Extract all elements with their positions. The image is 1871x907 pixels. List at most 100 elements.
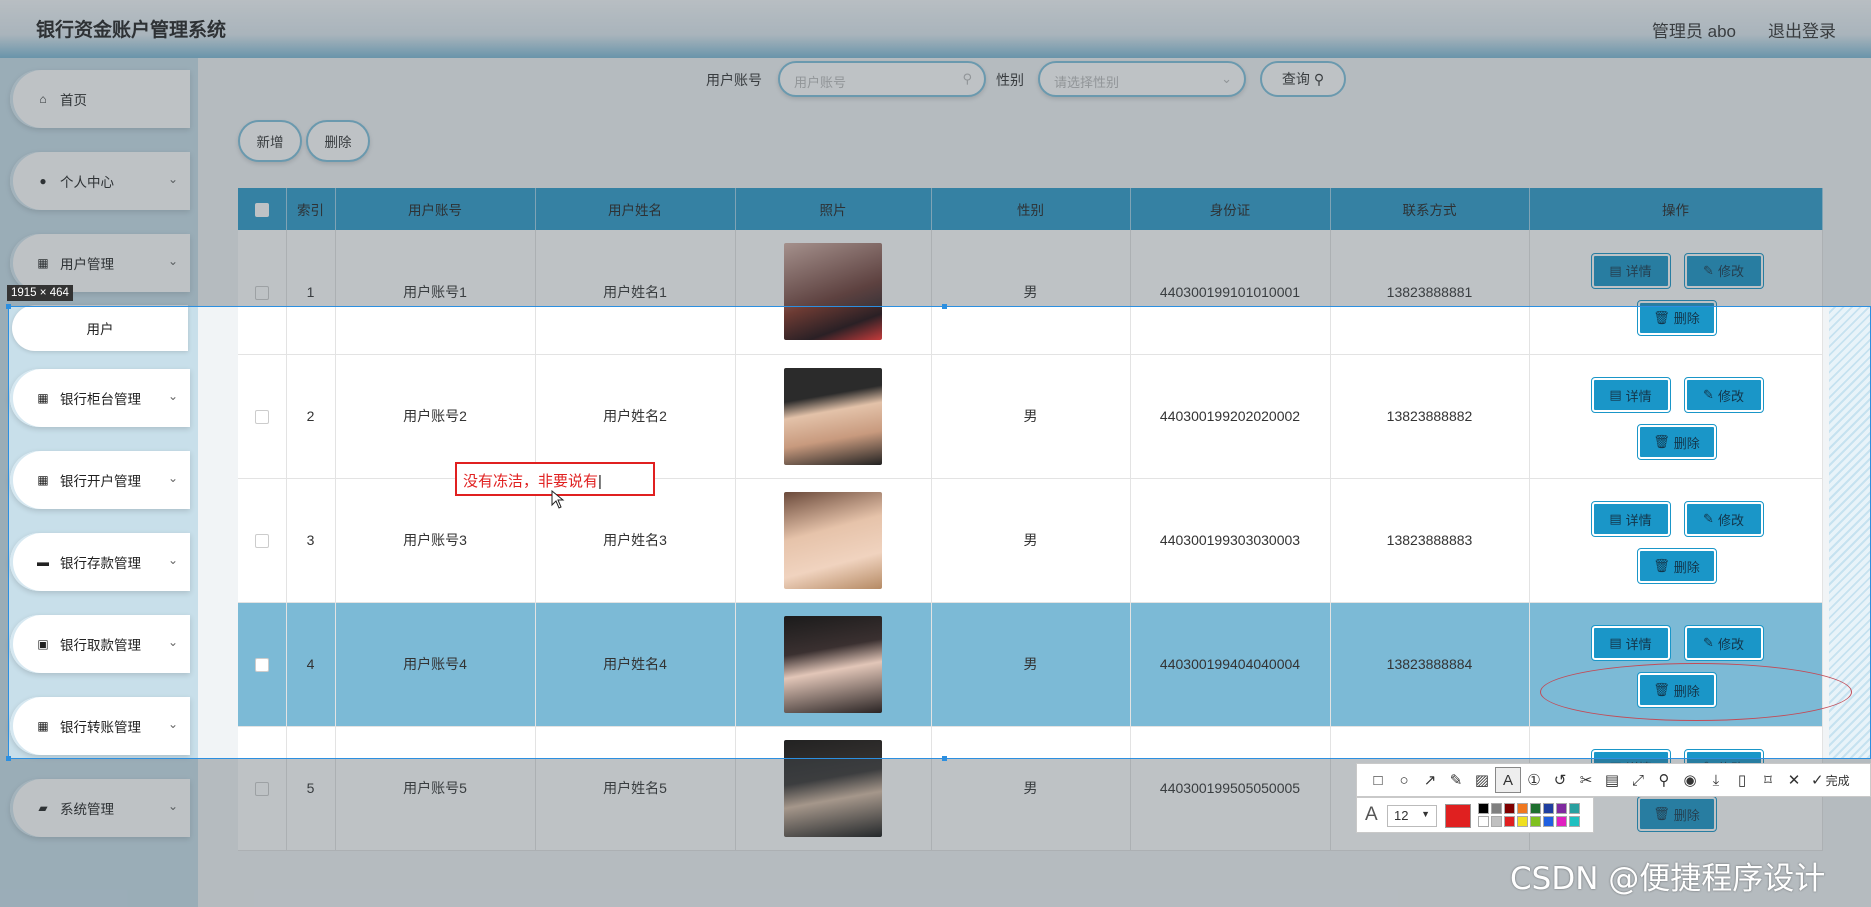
color-swatch[interactable] [1504,803,1515,814]
detail-button[interactable]: ▤ 详情 [1590,625,1671,661]
detail-button[interactable]: ▤ 详情 [1590,501,1671,537]
select-all-checkbox[interactable] [254,202,269,217]
color-swatch[interactable] [1569,816,1580,827]
sidebar-item-home[interactable]: ⌂ 首页 [10,70,190,128]
close-icon[interactable]: ✕ [1781,767,1807,793]
chevron-down-icon: ⌄ [167,254,178,268]
chevron-down-icon: ⌄ [167,717,178,731]
resize-handle[interactable] [942,304,947,309]
cell-photo [735,478,932,603]
cell-id-card: 440300199404040004 [1130,602,1331,727]
cell-gender: 男 [931,602,1131,727]
color-swatch[interactable] [1530,816,1541,827]
ocr-icon[interactable]: ▤ [1599,767,1625,793]
edit-button[interactable]: ✎ 修改 [1683,625,1764,661]
download-icon[interactable]: ⤓ [1703,767,1729,793]
color-swatch[interactable] [1543,803,1554,814]
undo-icon[interactable]: ↺ [1547,767,1573,793]
delete-button[interactable]: 🗑 删除 [1636,299,1717,336]
phone-icon[interactable]: ▯ [1729,767,1755,793]
delete-button[interactable]: 🗑 删除 [1636,424,1717,460]
text-style-toolbar: A 12 ▼ [1356,797,1594,833]
row-checkbox[interactable] [254,782,269,797]
bookmark-icon[interactable]: ⌑ [1755,767,1781,793]
edit-button[interactable]: ✎ 修改 [1683,377,1764,413]
table-row[interactable]: 3 用户账号3 用户姓名3 男 440300199303030003 1382388888… [238,478,1823,603]
cell-photo [735,602,932,727]
row-select-cell[interactable] [238,602,287,727]
pin-icon[interactable]: ⚲ [1651,767,1677,793]
row-checkbox[interactable] [254,658,269,673]
rectangle-tool-icon[interactable]: □ [1365,767,1391,793]
sidebar-item-counter-management[interactable]: ▦ 银行柜台管理 ⌄ [10,369,190,427]
current-color-swatch[interactable] [1445,804,1471,828]
sidebar-item-withdrawal[interactable]: ▣ 银行取款管理 ⌄ [10,615,190,673]
mosaic-tool-icon[interactable]: ▨ [1469,767,1495,793]
sidebar-item-user-management[interactable]: ▦ 用户管理 ⌄ [10,234,190,292]
row-checkbox[interactable] [254,410,269,425]
color-swatch[interactable] [1491,816,1502,827]
table-row[interactable]: 2 用户账号2 用户姓名2 男 440300199202020002 1382388888… [238,354,1823,479]
detail-button[interactable]: ▤ 详情 [1590,252,1671,289]
batch-delete-button[interactable]: 删除 [306,120,370,162]
sidebar-item-system[interactable]: ▰ 系统管理 ⌄ [10,779,190,837]
resize-handle[interactable] [6,304,11,309]
color-swatch[interactable] [1556,803,1567,814]
row-checkbox[interactable] [254,285,269,300]
resize-handle[interactable] [6,756,11,761]
edit-icon: ✎ [1703,387,1714,402]
detail-button[interactable]: ▤ 详情 [1590,377,1671,413]
sidebar-subitem-user[interactable]: 用户 [12,305,188,351]
cell-name: 用户姓名5 [535,726,736,851]
color-swatch[interactable] [1530,803,1541,814]
sidebar-item-transfer[interactable]: ▦ 银行转账管理 ⌄ [10,697,190,755]
gender-select[interactable]: 请选择性别 ⌄ [1038,61,1246,97]
delete-button[interactable]: 🗑 删除 [1636,672,1717,708]
color-swatch[interactable] [1569,803,1580,814]
logout-link[interactable]: 退出登录 [1768,17,1836,42]
trash-icon: 🗑 [1653,434,1670,449]
cell-phone: 13823888883 [1330,478,1530,603]
record-icon[interactable]: ◉ [1677,767,1703,793]
color-swatch[interactable] [1517,803,1528,814]
color-swatch[interactable] [1478,803,1489,814]
account-search-input[interactable]: 用户账号 ⚲ [778,61,986,97]
resize-handle[interactable] [942,756,947,761]
table-row[interactable]: 4 用户账号4 用户姓名4 男 440300199404040004 1382388888… [238,602,1823,727]
sidebar-item-label: 个人中心 [60,175,114,190]
select-all-cell[interactable] [238,188,287,230]
row-select-cell[interactable] [238,478,287,603]
done-button[interactable]: ✓ 完成 [1811,771,1850,789]
sidebar-item-deposit[interactable]: ▬ 银行存款管理 ⌄ [10,533,190,591]
expand-icon[interactable]: ⤢ [1625,767,1651,793]
scissors-icon[interactable]: ✂ [1573,767,1599,793]
sidebar-item-account-opening[interactable]: ▦ 银行开户管理 ⌄ [10,451,190,509]
color-swatch[interactable] [1556,816,1567,827]
color-swatch[interactable] [1478,816,1489,827]
color-swatch[interactable] [1543,816,1554,827]
sidebar-item-personal-center[interactable]: ● 个人中心 ⌄ [10,152,190,210]
row-checkbox[interactable] [254,534,269,549]
table-row[interactable]: 1 用户账号1 用户姓名1 男 440300199101010001 1382388888… [238,230,1823,355]
document-icon: ▤ [1609,511,1622,526]
add-button[interactable]: 新增 [238,120,302,162]
font-size-select[interactable]: 12 ▼ [1387,805,1437,827]
delete-button[interactable]: 🗑 删除 [1636,548,1717,584]
row-select-cell[interactable] [238,354,287,479]
query-button[interactable]: 查询 ⚲ [1260,61,1346,97]
delete-button[interactable]: 🗑 删除 [1636,796,1717,832]
edit-button[interactable]: ✎ 修改 [1683,252,1764,289]
row-select-cell[interactable] [238,230,287,355]
sidebar-item-label: 用户管理 [60,257,114,272]
col-header-phone: 联系方式 [1330,188,1530,230]
edit-button[interactable]: ✎ 修改 [1683,501,1764,537]
color-swatch[interactable] [1491,803,1502,814]
color-swatch[interactable] [1504,816,1515,827]
ellipse-tool-icon[interactable]: ○ [1391,767,1417,793]
pen-tool-icon[interactable]: ✎ [1443,767,1469,793]
color-swatch[interactable] [1517,816,1528,827]
row-select-cell[interactable] [238,726,287,851]
text-tool-icon[interactable]: A [1495,767,1521,793]
number-tool-icon[interactable]: ① [1521,767,1547,793]
arrow-tool-icon[interactable]: ↗ [1417,767,1443,793]
